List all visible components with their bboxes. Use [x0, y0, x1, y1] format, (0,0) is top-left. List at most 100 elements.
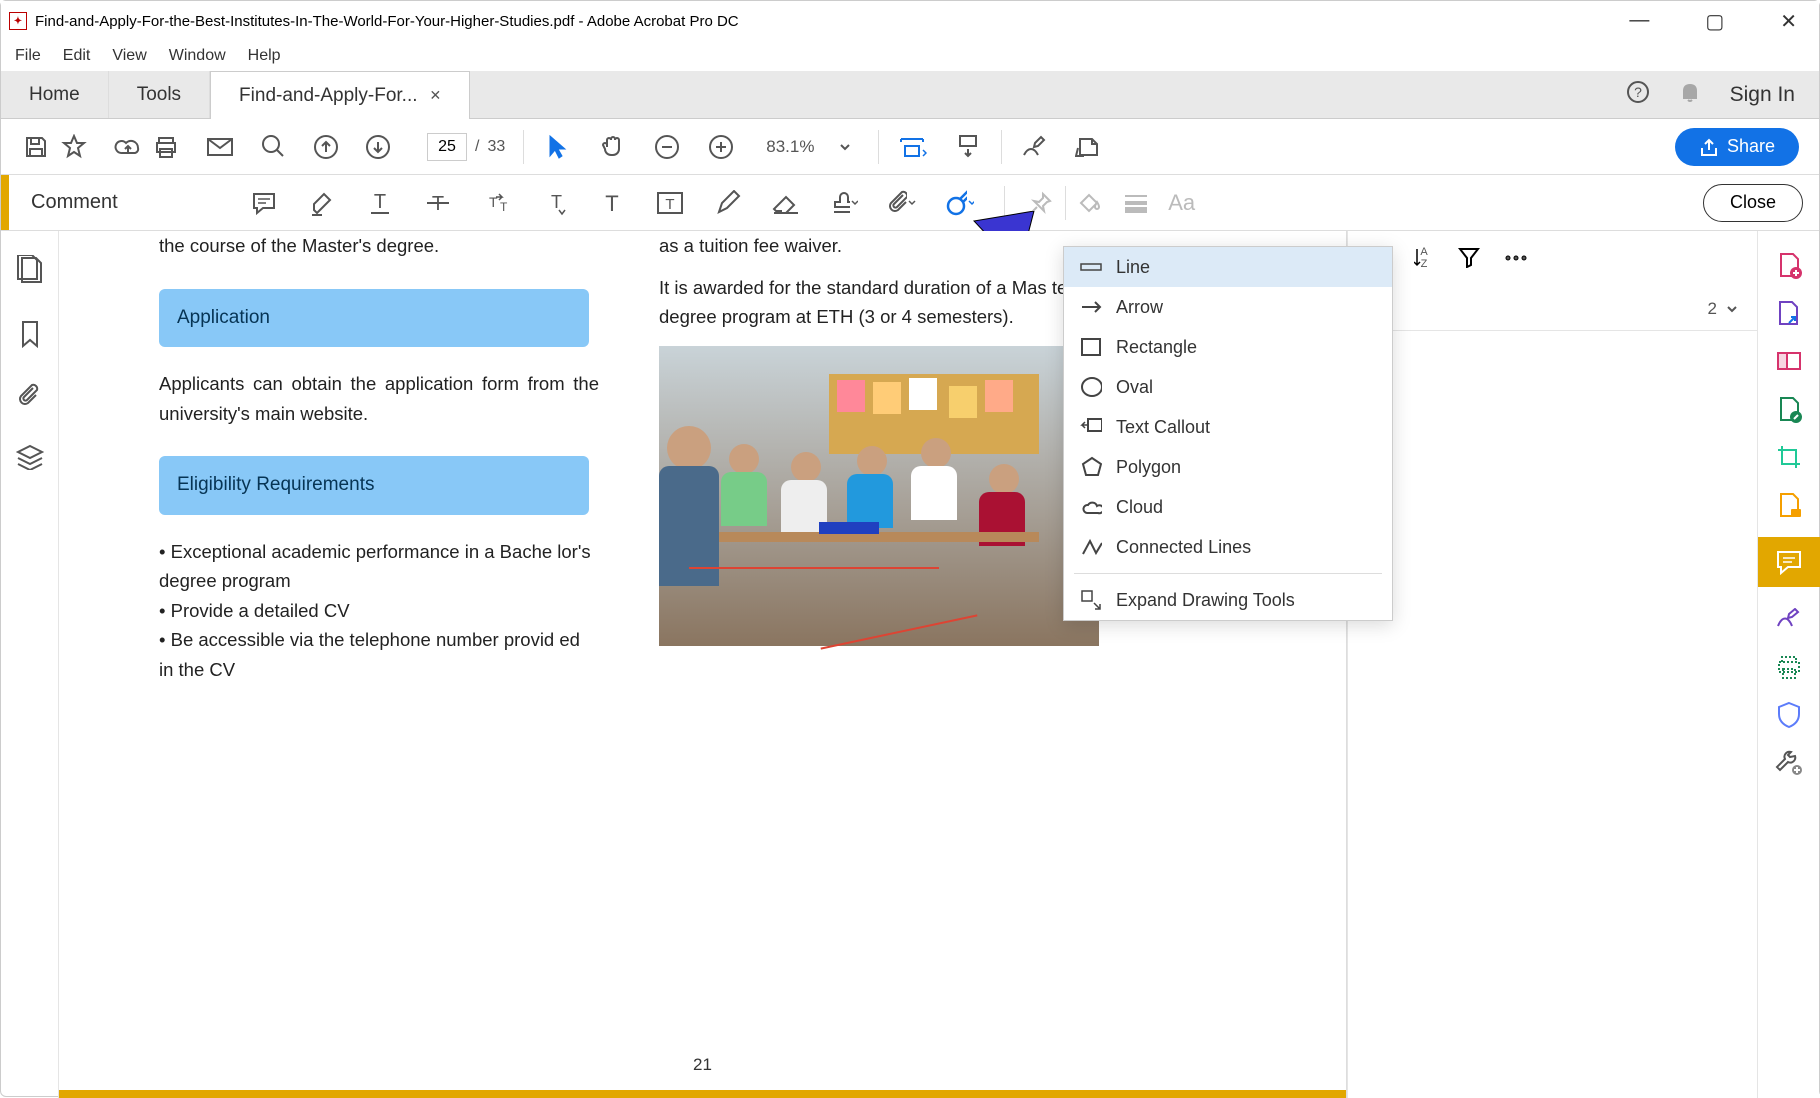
underline-icon[interactable]: T	[366, 189, 394, 217]
edit-pdf-icon[interactable]	[1020, 132, 1050, 162]
comments-count-row[interactable]: 2	[1348, 287, 1757, 331]
dd-polygon[interactable]: Polygon	[1064, 447, 1392, 487]
cloud-upload-icon[interactable]	[113, 132, 143, 162]
hand-icon[interactable]	[598, 132, 628, 162]
sticky-note-icon[interactable]	[250, 189, 278, 217]
sign-icon[interactable]	[1074, 132, 1104, 162]
menu-view[interactable]: View	[112, 47, 146, 65]
tab-document[interactable]: Find-and-Apply-For... ✕	[210, 71, 470, 119]
layers-icon[interactable]	[16, 444, 44, 475]
fill-icon[interactable]	[1076, 189, 1104, 217]
pencil-icon[interactable]	[714, 189, 742, 217]
svg-text:T: T	[665, 196, 674, 213]
tab-tools[interactable]: Tools	[109, 71, 210, 118]
save-icon[interactable]	[21, 132, 51, 162]
comment-toolbar: Comment T T TT T T T Aa Close	[1, 175, 1819, 231]
shapes-dropdown-icon[interactable]	[946, 189, 974, 217]
insert-text-icon[interactable]: T	[540, 189, 568, 217]
scroll-mode-icon[interactable]	[953, 132, 983, 162]
fill-sign-icon[interactable]	[1773, 603, 1805, 635]
main-area: ◀ ▶ the course of the Master's degree. A…	[1, 231, 1819, 1098]
pin-icon[interactable]	[1027, 189, 1055, 217]
red-line-annotation[interactable]	[689, 567, 939, 569]
print-tool-icon[interactable]	[1773, 651, 1805, 683]
section-eligibility: Eligibility Requirements	[159, 456, 589, 514]
attach-icon[interactable]	[888, 189, 916, 217]
zoom-out-icon[interactable]	[652, 132, 682, 162]
svg-text:T: T	[500, 200, 508, 214]
page-number: 21	[693, 1051, 712, 1078]
dd-oval[interactable]: Oval	[1064, 367, 1392, 407]
text-style-icon[interactable]: Aa	[1168, 189, 1196, 217]
comment-tool-active[interactable]	[1758, 537, 1820, 587]
thumbnails-icon[interactable]	[17, 255, 43, 290]
dd-arrow[interactable]: Arrow	[1064, 287, 1392, 327]
dd-rectangle[interactable]: Rectangle	[1064, 327, 1392, 367]
create-pdf-icon[interactable]	[1773, 249, 1805, 281]
menu-file[interactable]: File	[15, 47, 41, 65]
dd-connected[interactable]: Connected Lines	[1064, 527, 1392, 567]
dd-line[interactable]: Line	[1064, 247, 1392, 287]
share-pdf-icon[interactable]	[1773, 489, 1805, 521]
dd-expand[interactable]: Expand Drawing Tools	[1064, 580, 1392, 620]
eraser-icon[interactable]	[772, 189, 800, 217]
svg-text:A: A	[1420, 246, 1428, 258]
more-tools-icon[interactable]	[1773, 747, 1805, 779]
magnify-icon[interactable]	[259, 132, 289, 162]
fit-width-icon[interactable]	[897, 132, 927, 162]
bookmark-icon[interactable]	[19, 320, 41, 353]
menu-window[interactable]: Window	[169, 47, 226, 65]
protect-icon[interactable]	[1773, 699, 1805, 731]
page-total: 33	[487, 138, 505, 156]
dd-cloud[interactable]: Cloud	[1064, 487, 1392, 527]
highlight-icon[interactable]	[308, 189, 336, 217]
comments-panel-header: AZ	[1347, 231, 1757, 287]
page-down-icon[interactable]	[363, 132, 393, 162]
share-button[interactable]: Share	[1675, 128, 1799, 166]
titlebar: ✦ Find-and-Apply-For-the-Best-Institutes…	[1, 1, 1819, 41]
print-icon[interactable]	[151, 132, 181, 162]
organize-icon[interactable]	[1773, 345, 1805, 377]
strikeout-icon[interactable]: T	[424, 189, 452, 217]
zoom-dropdown-icon[interactable]	[830, 132, 860, 162]
tab-close-icon[interactable]: ✕	[430, 87, 442, 104]
main-toolbar: / 33 83.1% Share	[1, 119, 1819, 175]
tab-home[interactable]: Home	[1, 71, 109, 118]
menubar: File Edit View Window Help	[1, 41, 1819, 71]
rect-icon	[1080, 336, 1102, 358]
sign-in-button[interactable]: Sign In	[1730, 83, 1795, 107]
zoom-in-icon[interactable]	[706, 132, 736, 162]
sort-icon[interactable]: AZ	[1414, 245, 1434, 274]
window-title: Find-and-Apply-For-the-Best-Institutes-I…	[35, 13, 739, 30]
more-icon[interactable]	[1504, 250, 1528, 268]
page-input[interactable]	[427, 133, 467, 161]
attachment-icon[interactable]	[18, 383, 42, 414]
export-pdf-icon[interactable]	[1773, 297, 1805, 329]
replace-text-icon[interactable]: TT	[482, 189, 510, 217]
page-up-icon[interactable]	[311, 132, 341, 162]
menu-edit[interactable]: Edit	[63, 47, 91, 65]
star-icon[interactable]	[59, 132, 89, 162]
minimize-button[interactable]: —	[1615, 3, 1663, 40]
line-icon	[1080, 256, 1102, 278]
maximize-button[interactable]: ▢	[1691, 3, 1738, 40]
edit-icon[interactable]	[1773, 393, 1805, 425]
dd-callout[interactable]: Text Callout	[1064, 407, 1392, 447]
mail-icon[interactable]	[205, 132, 235, 162]
crop-icon[interactable]	[1773, 441, 1805, 473]
bell-icon[interactable]	[1678, 80, 1702, 109]
section-application: Application	[159, 289, 589, 347]
shapes-dropdown: Line Arrow Rectangle Oval Text Callout P…	[1063, 246, 1393, 621]
stamp-icon[interactable]	[830, 189, 858, 217]
comment-label: Comment	[1, 175, 140, 230]
filter-icon[interactable]	[1458, 246, 1480, 273]
textbox-icon[interactable]: T	[656, 189, 684, 217]
cursor-icon[interactable]	[542, 132, 572, 162]
doc-bullet: • Be accessible via the telephone number…	[159, 625, 599, 684]
close-comment-button[interactable]: Close	[1703, 184, 1803, 222]
add-text-icon[interactable]: T	[598, 189, 626, 217]
close-window-button[interactable]: ✕	[1766, 3, 1811, 40]
menu-help[interactable]: Help	[248, 47, 281, 65]
help-icon[interactable]: ?	[1626, 80, 1650, 109]
line-weight-icon[interactable]	[1122, 189, 1150, 217]
